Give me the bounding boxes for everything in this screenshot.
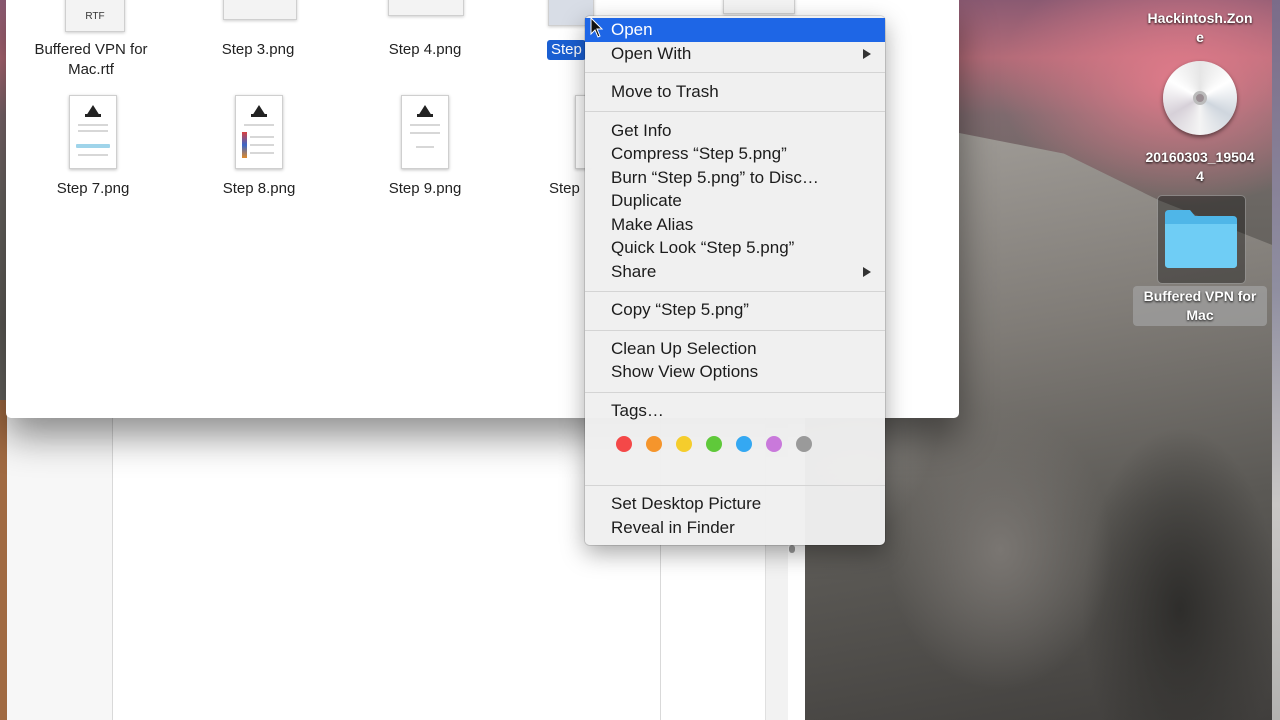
tag-color-dot[interactable] xyxy=(736,436,752,452)
image-file-icon[interactable] xyxy=(401,95,449,169)
menu-item-open-with[interactable]: Open With xyxy=(585,42,885,66)
tag-color-dot[interactable] xyxy=(766,436,782,452)
menu-separator xyxy=(585,330,885,331)
menu-item-get-info[interactable]: Get Info xyxy=(585,119,885,143)
submenu-arrow-icon xyxy=(863,267,871,277)
tag-color-dot[interactable] xyxy=(616,436,632,452)
image-file-icon[interactable] xyxy=(723,0,795,14)
file-label: Mac.rtf xyxy=(68,61,114,78)
menu-item-compress[interactable]: Compress “Step 5.png” xyxy=(585,142,885,166)
menu-item-make-alias[interactable]: Make Alias xyxy=(585,213,885,237)
rtf-icon-text: RTF xyxy=(85,11,105,22)
desktop-folder-label[interactable]: Buffered VPN for Mac xyxy=(1130,287,1270,325)
desktop-disc-label[interactable]: 20160303_19504 4 xyxy=(1130,148,1270,186)
menu-separator xyxy=(585,72,885,73)
scroll-thumb[interactable] xyxy=(789,545,795,553)
file-item-step3[interactable]: Step 3.png xyxy=(173,40,343,60)
disc-label-line1: 20160303_19504 xyxy=(1145,149,1255,165)
flag-list-icon xyxy=(242,132,247,158)
folder-label-line1: Buffered VPN for xyxy=(1143,288,1257,304)
drive-label-line1: Hackintosh.Zon xyxy=(1147,10,1253,26)
buffered-logo-icon xyxy=(417,105,433,117)
menu-item-label: Share xyxy=(611,262,657,281)
folder-icon[interactable] xyxy=(1162,206,1240,270)
mouse-cursor-icon xyxy=(590,17,604,38)
file-item-step7[interactable]: Step 7.png xyxy=(8,179,178,199)
file-item-step8[interactable]: Step 8.png xyxy=(174,179,344,199)
disc-hole xyxy=(1193,91,1207,105)
tag-color-dot[interactable] xyxy=(796,436,812,452)
disc-label-line2: 4 xyxy=(1196,168,1204,184)
image-file-icon[interactable] xyxy=(69,95,117,169)
menu-item-tags[interactable]: Tags… xyxy=(585,399,885,423)
menu-item-move-to-trash[interactable]: Move to Trash xyxy=(585,80,885,104)
file-label: Step 4.png xyxy=(388,41,462,58)
file-item-step4[interactable]: Step 4.png xyxy=(340,40,510,60)
menu-separator xyxy=(585,392,885,393)
menu-item-clean-up[interactable]: Clean Up Selection xyxy=(585,337,885,361)
menu-item-set-desktop[interactable]: Set Desktop Picture xyxy=(585,492,885,516)
desktop-edge xyxy=(1272,0,1280,720)
desktop-drive-label[interactable]: Hackintosh.Zon e xyxy=(1130,9,1270,47)
file-item-step5-selected[interactable]: Step xyxy=(547,40,586,60)
menu-item-copy[interactable]: Copy “Step 5.png” xyxy=(585,298,885,322)
file-item-step9[interactable]: Step 9.png xyxy=(340,179,510,199)
image-file-icon[interactable] xyxy=(235,95,283,169)
file-label: Step 9.png xyxy=(388,180,462,197)
tag-color-dot[interactable] xyxy=(676,436,692,452)
window-edge xyxy=(0,400,7,720)
file-label: Step 8.png xyxy=(222,180,296,197)
menu-item-reveal[interactable]: Reveal in Finder xyxy=(585,516,885,540)
disc-image-icon[interactable] xyxy=(1163,61,1237,135)
finder-sidebar[interactable] xyxy=(7,400,113,720)
menu-item-open[interactable]: Open xyxy=(585,18,885,42)
file-item-buffered-rtf[interactable]: Buffered VPN for Mac.rtf xyxy=(6,40,176,80)
submenu-arrow-icon xyxy=(863,49,871,59)
menu-separator xyxy=(585,111,885,112)
rtf-file-icon[interactable]: RTF xyxy=(65,0,125,32)
buffered-logo-icon xyxy=(85,105,101,117)
menu-item-share[interactable]: Share xyxy=(585,260,885,284)
menu-item-quick-look[interactable]: Quick Look “Step 5.png” xyxy=(585,236,885,260)
tag-color-dot[interactable] xyxy=(646,436,662,452)
menu-item-duplicate[interactable]: Duplicate xyxy=(585,189,885,213)
image-file-icon[interactable] xyxy=(388,0,464,16)
menu-item-label: Open With xyxy=(611,44,692,63)
file-label: Buffered VPN for xyxy=(34,41,148,58)
tag-color-dot[interactable] xyxy=(706,436,722,452)
image-file-icon[interactable] xyxy=(223,0,297,20)
context-menu[interactable]: Open Open With Move to Trash Get Info Co… xyxy=(585,16,885,545)
folder-label-line2: Mac xyxy=(1186,307,1214,323)
file-label: Step xyxy=(549,180,580,197)
file-label: Step 7.png xyxy=(56,180,130,197)
file-label-selected: Step xyxy=(547,40,586,60)
menu-separator xyxy=(585,485,885,486)
file-item-step10[interactable]: Step xyxy=(547,179,582,199)
buffered-logo-icon xyxy=(251,105,267,117)
menu-separator xyxy=(585,291,885,292)
menu-item-burn[interactable]: Burn “Step 5.png” to Disc… xyxy=(585,166,885,190)
menu-item-view-options[interactable]: Show View Options xyxy=(585,360,885,384)
drive-label-line2: e xyxy=(1196,29,1204,45)
file-label: Step 3.png xyxy=(221,41,295,58)
